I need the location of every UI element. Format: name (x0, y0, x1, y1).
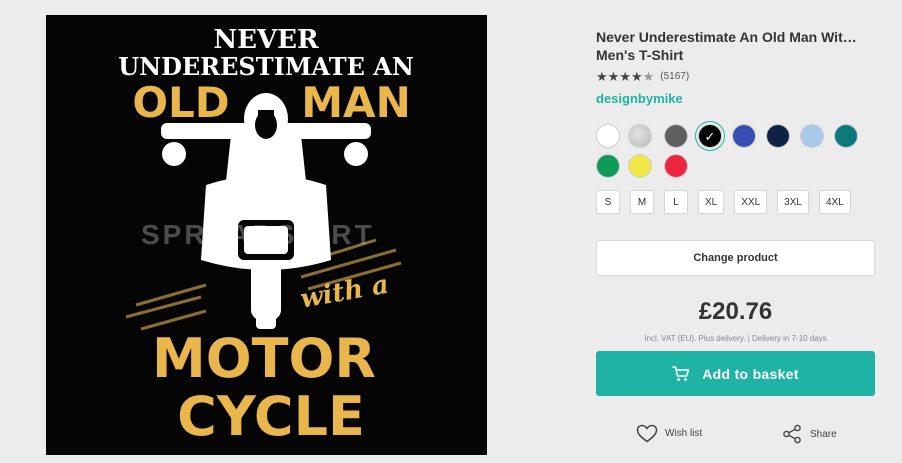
product-info-panel: Never Underestimate An Old Man Wit… Men'… (596, 28, 876, 106)
size-option-xxl[interactable]: XXL (734, 190, 768, 214)
add-to-basket-button[interactable]: Add to basket (596, 351, 875, 396)
cart-icon (672, 365, 690, 381)
color-swatch-dark-grey[interactable] (664, 124, 688, 148)
size-option-s[interactable]: S (596, 190, 620, 214)
watermark-text: SPREADSHIRT (141, 219, 375, 250)
share-icon (783, 424, 801, 444)
heart-icon (636, 424, 658, 443)
star-icon: ★ (607, 68, 620, 84)
wish-list-label: Wish list (665, 428, 703, 439)
color-swatch-red[interactable] (664, 154, 688, 178)
print-text-motor: MOTOR (152, 327, 376, 390)
add-to-basket-label: Add to basket (702, 365, 799, 382)
print-text-man: MAN (301, 78, 410, 127)
color-swatch-kelly-green[interactable] (596, 154, 620, 178)
color-swatch-royal-blue[interactable] (732, 124, 756, 148)
price-note: Incl. VAT (EU). Plus delivery. | Deliver… (644, 334, 827, 343)
star-icon: ★ (596, 68, 608, 84)
share-button[interactable]: Share (782, 424, 837, 444)
size-option-3xl[interactable]: 3XL (777, 190, 809, 214)
product-title-line: Never Underestimate An Old Man Wit… (596, 29, 857, 45)
half-star-icon: ★ (642, 68, 655, 84)
designer-link[interactable]: designbymike (596, 91, 876, 106)
tshirt-print-graphic: NEVER UNDERESTIMATE AN OLD MAN SPREADSHI… (46, 15, 487, 455)
wish-list-button[interactable]: Wish list (636, 424, 702, 443)
print-text-old: OLD (132, 78, 229, 127)
share-label: Share (810, 428, 837, 440)
size-option-m[interactable]: M (630, 190, 654, 214)
color-swatch-yellow[interactable] (628, 154, 652, 178)
review-count: (5167) (660, 70, 690, 82)
size-option-4xl[interactable]: 4XL (818, 190, 851, 214)
price: £20.76 (698, 298, 773, 325)
print-text-cycle: CYCLE (177, 385, 365, 448)
color-swatch-white[interactable] (596, 124, 620, 148)
checkmark-icon: ✓ (704, 128, 716, 144)
size-option-l[interactable]: L (664, 190, 688, 214)
product-type: Men's T-Shirt (596, 47, 684, 63)
color-swatch-light-blue[interactable] (800, 124, 824, 148)
product-image[interactable]: NEVER UNDERESTIMATE AN OLD MAN SPREADSHI… (46, 15, 487, 455)
change-product-button[interactable]: Change product (596, 240, 875, 276)
star-icon: ★ (619, 68, 631, 84)
size-option-xl[interactable]: XL (698, 190, 725, 214)
print-text-underestimate: UNDERESTIMATE AN (118, 52, 414, 81)
color-swatch-navy[interactable] (766, 124, 790, 148)
size-selector: S M L XL XXL 3XL 4XL (596, 190, 861, 214)
rating-stars: ★ ★ ★ ★ ★ (596, 70, 654, 83)
color-swatch-black[interactable]: ✓ (698, 124, 722, 148)
print-text-never: NEVER (213, 25, 319, 55)
color-swatch-teal[interactable] (834, 124, 858, 148)
rating[interactable]: ★ ★ ★ ★ ★ (5167) (596, 69, 876, 83)
product-title: Never Underestimate An Old Man Wit… Men'… (596, 28, 876, 64)
color-swatch-heather-grey[interactable] (628, 124, 652, 148)
star-icon: ★ (630, 68, 643, 84)
